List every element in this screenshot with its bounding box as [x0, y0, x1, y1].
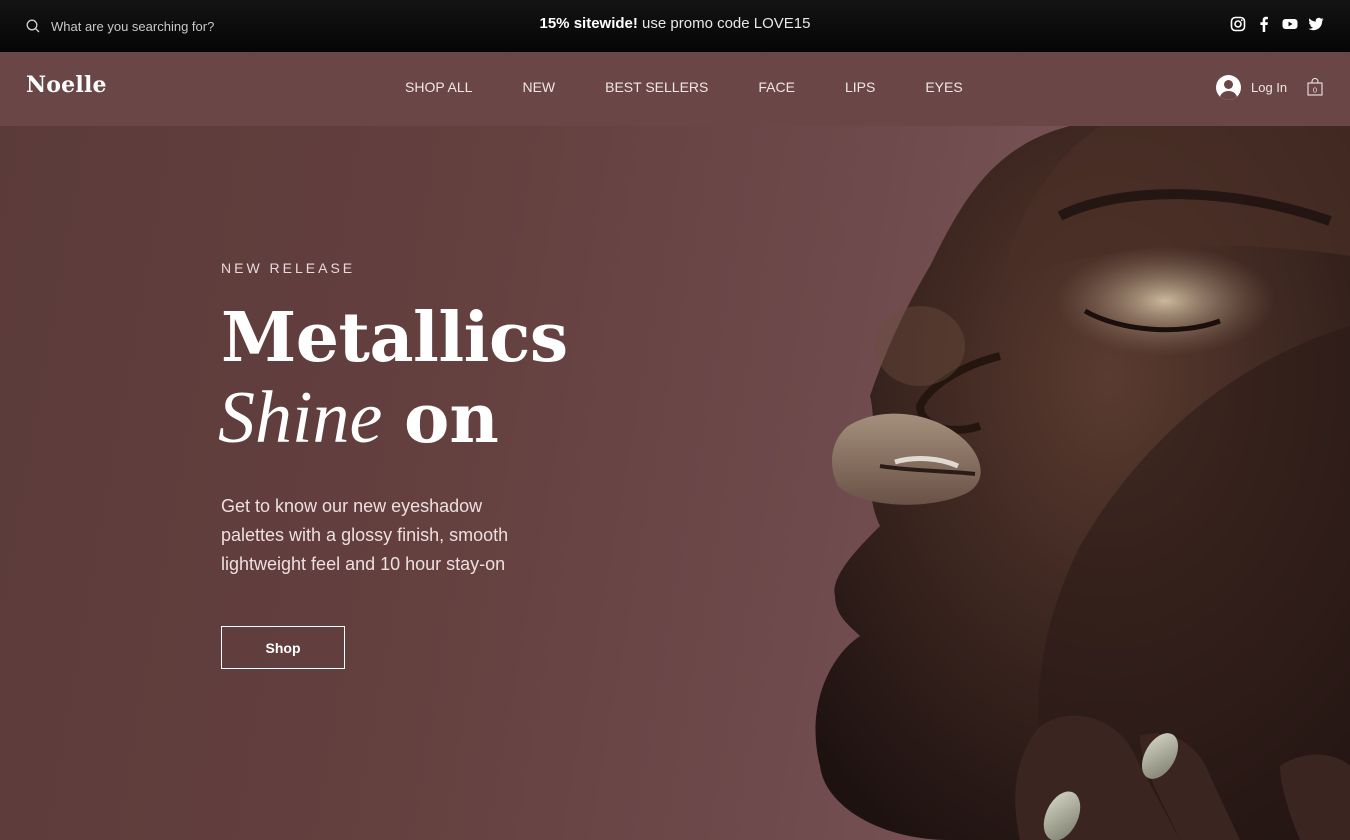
nav-new[interactable]: NEW: [522, 79, 555, 95]
social-links: [1230, 16, 1324, 32]
hero-description: Get to know our new eyeshadow palettes w…: [221, 496, 509, 574]
facebook-icon[interactable]: [1256, 16, 1272, 32]
instagram-icon[interactable]: [1230, 16, 1246, 32]
avatar-icon: [1216, 75, 1241, 100]
nav-eyes[interactable]: EYES: [925, 79, 962, 95]
model-portrait-image: [815, 126, 1350, 840]
search-icon: [26, 19, 40, 33]
nav-lips[interactable]: LIPS: [845, 79, 875, 95]
nav-best-sellers[interactable]: BEST SELLERS: [605, 79, 708, 95]
nav-face[interactable]: FACE: [758, 79, 795, 95]
search-input[interactable]: [51, 18, 271, 34]
brand-logo[interactable]: Noelle: [26, 72, 107, 98]
cart-icon[interactable]: 0: [1307, 78, 1323, 96]
cart-count: 0: [1313, 86, 1317, 95]
site-header: Noelle SHOP ALL NEW BEST SELLERS FACE LI…: [0, 52, 1350, 126]
hero-title-bold: on: [404, 379, 499, 459]
login-label: Log In: [1251, 80, 1288, 95]
promo-code-text: use promo code LOVE15: [637, 15, 811, 32]
promo-highlight: 15% sitewide!: [539, 15, 638, 32]
nav-shop-all[interactable]: SHOP ALL: [405, 79, 472, 95]
hero-banner: NEW RELEASE Metallics Shine on Get to kn…: [0, 126, 1350, 840]
youtube-icon[interactable]: [1282, 16, 1298, 32]
twitter-icon[interactable]: [1308, 16, 1324, 32]
promo-bar: 15% sitewide! use promo code LOVE15: [0, 0, 1350, 52]
search-bar[interactable]: [26, 16, 271, 36]
hero-title-line2: Shine on: [218, 378, 499, 460]
main-nav: SHOP ALL NEW BEST SELLERS FACE LIPS EYES: [405, 79, 963, 95]
login-button[interactable]: Log In: [1216, 75, 1287, 100]
hero-title-line1: Metallics: [221, 298, 568, 378]
shop-button[interactable]: Shop: [221, 626, 345, 669]
hero-title-italic: Shine: [218, 377, 383, 459]
hero-eyebrow: NEW RELEASE: [221, 260, 356, 276]
